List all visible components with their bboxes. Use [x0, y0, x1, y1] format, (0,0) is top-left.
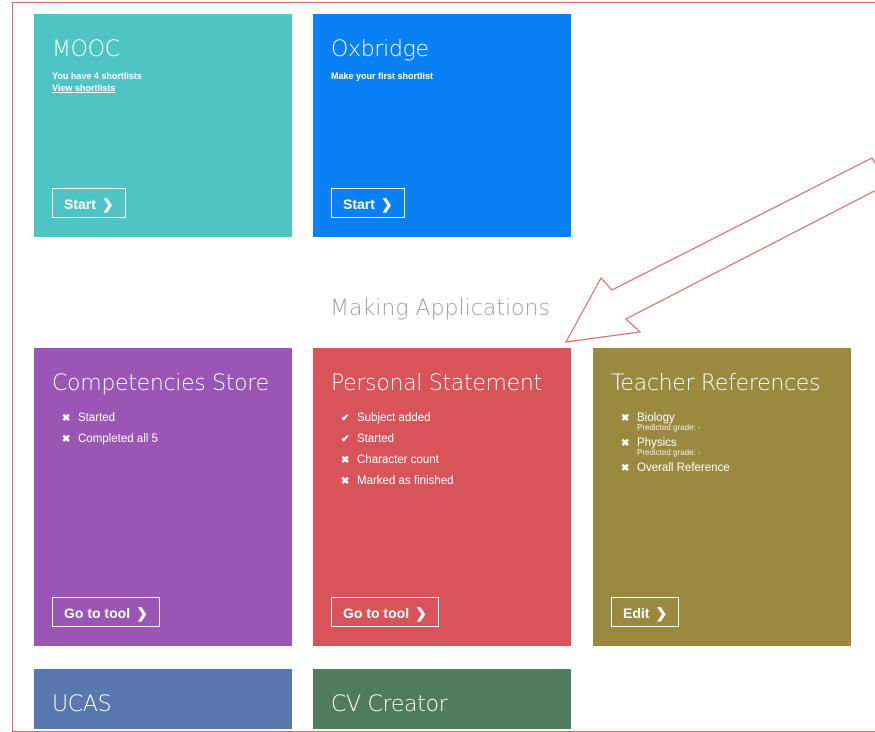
annotation-arrow [564, 157, 875, 343]
annotation-arrow-shape [564, 157, 875, 343]
